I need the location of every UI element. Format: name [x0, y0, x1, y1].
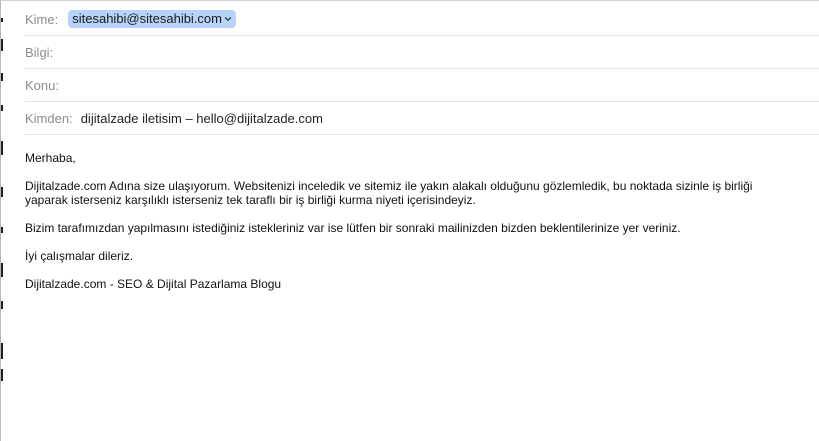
signature-text: Dijitalzade.com - SEO & Dijital Pazarlam…: [25, 277, 282, 291]
to-row: Kime: sitesahibi@sitesahibi.com: [25, 3, 819, 36]
to-label: Kime:: [25, 11, 59, 27]
window-edge: [1, 1, 3, 441]
cc-row: Bilgi:: [25, 36, 819, 69]
from-row: Kimden: dijitalzade iletisim – hello@dij…: [25, 102, 819, 135]
from-label: Kimden:: [25, 110, 73, 126]
recipient-token[interactable]: sitesahibi@sitesahibi.com: [68, 10, 236, 28]
from-selector[interactable]: dijitalzade iletisim – hello@dijitalzade…: [81, 111, 323, 126]
cc-label: Bilgi:: [25, 44, 54, 60]
greeting-text: Merhaba,: [25, 151, 76, 165]
subject-label: Konu:: [25, 77, 59, 93]
subject-field[interactable]: [66, 73, 819, 97]
paragraph-intro-line-1: Dijitalzade.com Adına size ulaşıyorum. W…: [25, 179, 753, 193]
recipient-address: sitesahibi@sitesahibi.com: [72, 11, 222, 26]
paragraph-intro-line-2: yaparak isterseniz karşılıklı isterseniz…: [25, 193, 476, 207]
paragraph-request: Bizim tarafımızdan yapılmasını istediğin…: [25, 221, 681, 235]
subject-row: Konu:: [25, 69, 819, 102]
mail-compose-window: Kime: sitesahibi@sitesahibi.com Bilgi: K…: [0, 0, 819, 441]
message-body[interactable]: Merhaba, Dijitalzade.com Adına size ulaş…: [25, 151, 799, 305]
paragraph-intro: Dijitalzade.com Adına size ulaşıyorum. W…: [25, 179, 799, 207]
closing-text: İyi çalışmalar dileriz.: [25, 249, 134, 263]
chevron-down-icon[interactable]: [224, 15, 232, 23]
cc-field[interactable]: [61, 40, 819, 64]
to-field[interactable]: [236, 9, 819, 29]
